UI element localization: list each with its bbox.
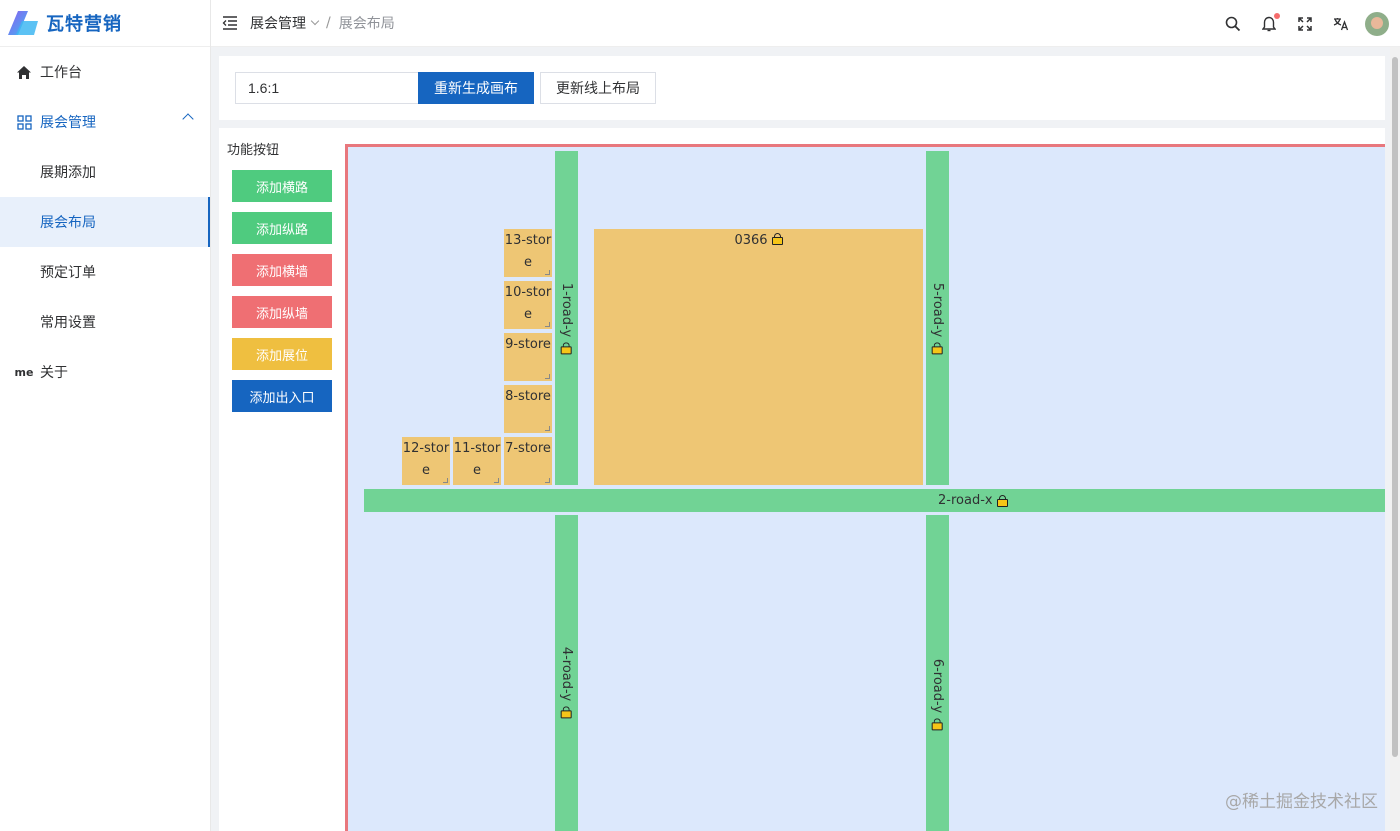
- breadcrumb-item[interactable]: 展会管理: [250, 13, 306, 33]
- home-icon: [16, 64, 32, 80]
- add-vertical-road-button[interactable]: 添加纵路: [232, 212, 332, 244]
- store-label: 12-store: [402, 441, 450, 478]
- layout-editor: 功能按钮 添加横路 添加纵路 添加横墙 添加纵墙 添加展位 添加出入口 1-ro…: [219, 128, 1385, 831]
- lock-icon[interactable]: [771, 233, 783, 245]
- store-11[interactable]: 11-store: [453, 437, 501, 485]
- sidebar-item-label: 展期添加: [40, 165, 96, 181]
- canvas-ratio-input[interactable]: [235, 72, 419, 104]
- road-4-road-y[interactable]: 4-road-y: [555, 515, 578, 831]
- store-label: 10-store: [504, 285, 552, 322]
- avatar[interactable]: [1365, 11, 1389, 36]
- scrollbar-thumb[interactable]: [1392, 57, 1398, 757]
- search-icon[interactable]: [1215, 6, 1251, 42]
- add-horizontal-road-button[interactable]: 添加横路: [232, 170, 332, 202]
- sidebar-item-orders[interactable]: 预定订单: [0, 247, 210, 297]
- regenerate-canvas-button[interactable]: 重新生成画布: [418, 72, 534, 104]
- sidebar-item-settings[interactable]: 常用设置: [0, 297, 210, 347]
- sidebar-item-exhibition-management[interactable]: 展会管理: [0, 97, 210, 147]
- notification-badge: [1274, 12, 1280, 19]
- resize-handle-icon[interactable]: [545, 478, 550, 483]
- booth-label: 0366: [734, 233, 768, 248]
- store-10[interactable]: 10-store: [504, 281, 552, 329]
- page-scrollbar[interactable]: [1390, 47, 1400, 831]
- lock-icon[interactable]: [996, 494, 1008, 507]
- resize-handle-icon[interactable]: [545, 270, 550, 275]
- breadcrumb: 展会管理 / 展会布局: [250, 13, 395, 33]
- booth-0366[interactable]: 0366: [594, 229, 923, 485]
- grid-icon: [16, 114, 32, 130]
- fullscreen-icon[interactable]: [1287, 6, 1323, 42]
- road-label: 5-road-y: [930, 282, 946, 337]
- road-label: 4-road-y: [559, 646, 575, 702]
- lock-icon[interactable]: [561, 706, 573, 719]
- sidebar-item-exhibition-layout[interactable]: 展会布局: [0, 197, 210, 247]
- add-horizontal-wall-button[interactable]: 添加横墙: [232, 254, 332, 286]
- road-6-road-y[interactable]: 6-road-y: [926, 515, 949, 831]
- road-5-road-y[interactable]: 5-road-y: [926, 151, 949, 485]
- app-name: 瓦特营销: [46, 14, 122, 35]
- sidebar-item-label: 展会管理: [40, 115, 96, 131]
- lock-icon[interactable]: [932, 718, 944, 731]
- sidebar: 瓦特营销 工作台 展会管理 展期添加 展会布局 预定订单 常用设置 me 关于: [0, 0, 211, 831]
- sidebar-item-label: 工作台: [40, 65, 82, 81]
- store-8[interactable]: 8-store: [504, 385, 552, 433]
- sidebar-item-dashboard[interactable]: 工作台: [0, 47, 210, 97]
- top-header: 展会管理 / 展会布局: [211, 0, 1400, 47]
- road-label: 6-road-y: [930, 658, 946, 714]
- lock-icon[interactable]: [561, 342, 573, 355]
- chevron-up-icon: [182, 113, 194, 125]
- store-12[interactable]: 12-store: [402, 437, 450, 485]
- canvas-toolbar: 重新生成画布 更新线上布局: [219, 56, 1385, 120]
- bell-icon[interactable]: [1251, 6, 1287, 42]
- resize-handle-icon[interactable]: [494, 478, 499, 483]
- translate-icon[interactable]: [1323, 6, 1359, 42]
- sidebar-item-add-period[interactable]: 展期添加: [0, 147, 210, 197]
- road-2-road-x[interactable]: 2-road-x: [364, 489, 1385, 512]
- me-icon: me: [14, 365, 34, 379]
- add-entrance-button[interactable]: 添加出入口: [232, 380, 332, 412]
- store-13[interactable]: 13-store: [504, 229, 552, 277]
- resize-handle-icon[interactable]: [545, 426, 550, 431]
- store-9[interactable]: 9-store: [504, 333, 552, 381]
- store-label: 9-store: [505, 337, 551, 352]
- function-panel-title: 功能按钮: [227, 143, 280, 158]
- sidebar-item-label: 关于: [40, 365, 68, 381]
- app-logo[interactable]: 瓦特营销: [0, 0, 210, 47]
- lock-icon[interactable]: [932, 342, 944, 355]
- add-booth-button[interactable]: 添加展位: [232, 338, 332, 370]
- chevron-down-icon[interactable]: [310, 16, 320, 26]
- sidebar-item-label: 预定订单: [40, 265, 96, 281]
- breadcrumb-separator: /: [326, 15, 331, 31]
- resize-handle-icon[interactable]: [545, 374, 550, 379]
- logo-icon: [8, 11, 38, 35]
- resize-handle-icon[interactable]: [443, 478, 448, 483]
- header-actions: [1215, 0, 1392, 47]
- breadcrumb-current: 展会布局: [338, 16, 395, 32]
- road-label: 1-road-y: [559, 282, 575, 337]
- store-label: 11-store: [453, 441, 501, 478]
- sidebar-item-label: 常用设置: [40, 315, 96, 331]
- road-label: 2-road-x: [938, 493, 993, 508]
- store-label: 8-store: [505, 389, 551, 404]
- sidebar-item-label: 展会布局: [40, 215, 96, 231]
- store-label: 13-store: [504, 233, 552, 270]
- store-label: 7-store: [505, 441, 551, 456]
- road-1-road-y[interactable]: 1-road-y: [555, 151, 578, 485]
- resize-handle-icon[interactable]: [545, 322, 550, 327]
- sidebar-item-about[interactable]: me 关于: [0, 347, 210, 397]
- menu-collapse-icon[interactable]: [222, 16, 238, 30]
- update-online-layout-button[interactable]: 更新线上布局: [540, 72, 656, 104]
- layout-canvas[interactable]: 1-road-y 5-road-y 2-road-x 4-road-y 6-ro…: [345, 144, 1385, 831]
- add-vertical-wall-button[interactable]: 添加纵墙: [232, 296, 332, 328]
- watermark: @稀土掘金技术社区: [1225, 792, 1378, 812]
- store-7[interactable]: 7-store: [504, 437, 552, 485]
